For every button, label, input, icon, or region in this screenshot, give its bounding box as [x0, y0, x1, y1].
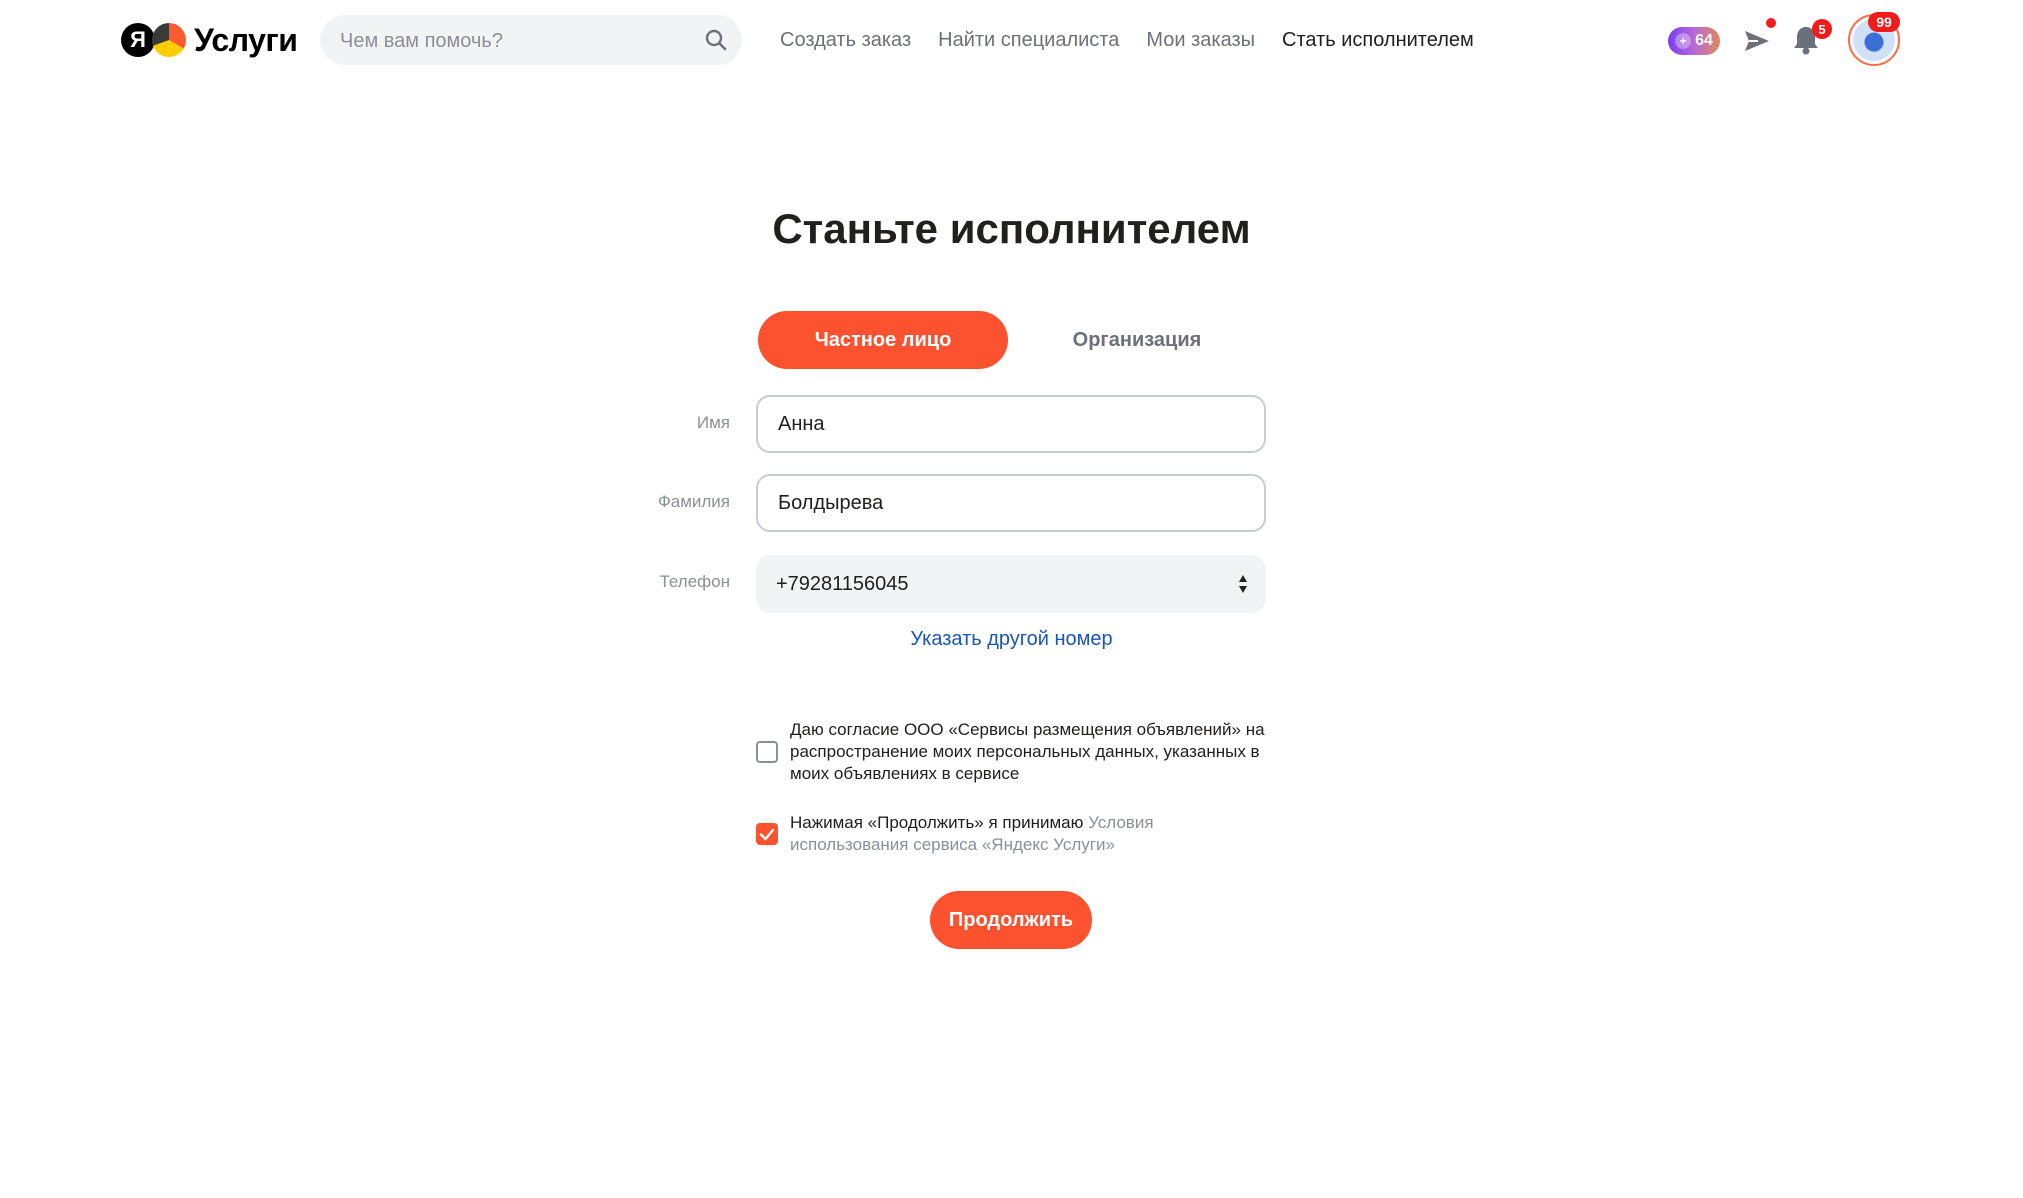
profile-badge: 99	[1868, 12, 1900, 32]
yandex-logo-icon: Я	[121, 23, 155, 57]
select-arrows-icon	[1239, 575, 1247, 593]
page-title: Станьте исполнителем	[772, 205, 1251, 252]
continue-button[interactable]: Продолжить	[930, 891, 1092, 949]
consent-checkbox[interactable]	[756, 741, 778, 763]
notifications-badge: 5	[1812, 19, 1832, 39]
terms-checkbox[interactable]	[756, 823, 778, 845]
nav-my-orders[interactable]: Мои заказы	[1146, 29, 1255, 52]
nav-find-specialist[interactable]: Найти специалиста	[938, 29, 1119, 52]
logo-text: Услуги	[194, 21, 298, 58]
search-icon[interactable]	[704, 28, 728, 52]
yandex-uslugi-logo[interactable]: Я Услуги	[121, 21, 298, 58]
first-name-label: Имя	[696, 413, 730, 432]
main-nav: Создать заказ Найти специалиста Мои зака…	[780, 0, 1501, 80]
terms-text: Нажимая «Продолжить» я принимаю Условия …	[790, 812, 1270, 856]
unread-dot	[1766, 18, 1776, 28]
search-box[interactable]	[320, 15, 742, 67]
tab-private-person[interactable]: Частное лицо	[758, 311, 1008, 369]
last-name-field[interactable]	[756, 474, 1266, 532]
plus-points-badge[interactable]: + 64	[1668, 27, 1720, 55]
last-name-label: Фамилия	[657, 492, 730, 511]
tab-organization[interactable]: Организация	[1012, 311, 1262, 369]
first-name-field[interactable]	[756, 395, 1266, 453]
check-icon	[759, 828, 775, 841]
other-phone-link-wrap: Указать другой номер	[0, 628, 2023, 651]
send-icon[interactable]	[1742, 27, 1772, 55]
search-input[interactable]	[338, 15, 682, 67]
nav-become-performer[interactable]: Стать исполнителем	[1282, 29, 1474, 52]
consent-text: Даю согласие ООО «Сервисы размещения объ…	[790, 720, 1265, 783]
uslugi-logo-icon	[152, 23, 186, 57]
nav-create-order[interactable]: Создать заказ	[780, 29, 911, 52]
header: Я Услуги Создать заказ Найти специалиста…	[0, 0, 2023, 80]
plus-icon: +	[1675, 33, 1692, 49]
terms-prefix: Нажимая «Продолжить» я принимаю	[790, 813, 1089, 832]
other-phone-link[interactable]: Указать другой номер	[910, 628, 1112, 650]
phone-select[interactable]: +79281156045	[756, 555, 1266, 613]
phone-value: +79281156045	[776, 573, 909, 595]
plus-points-value: 64	[1695, 32, 1713, 49]
phone-label: Телефон	[659, 572, 730, 591]
